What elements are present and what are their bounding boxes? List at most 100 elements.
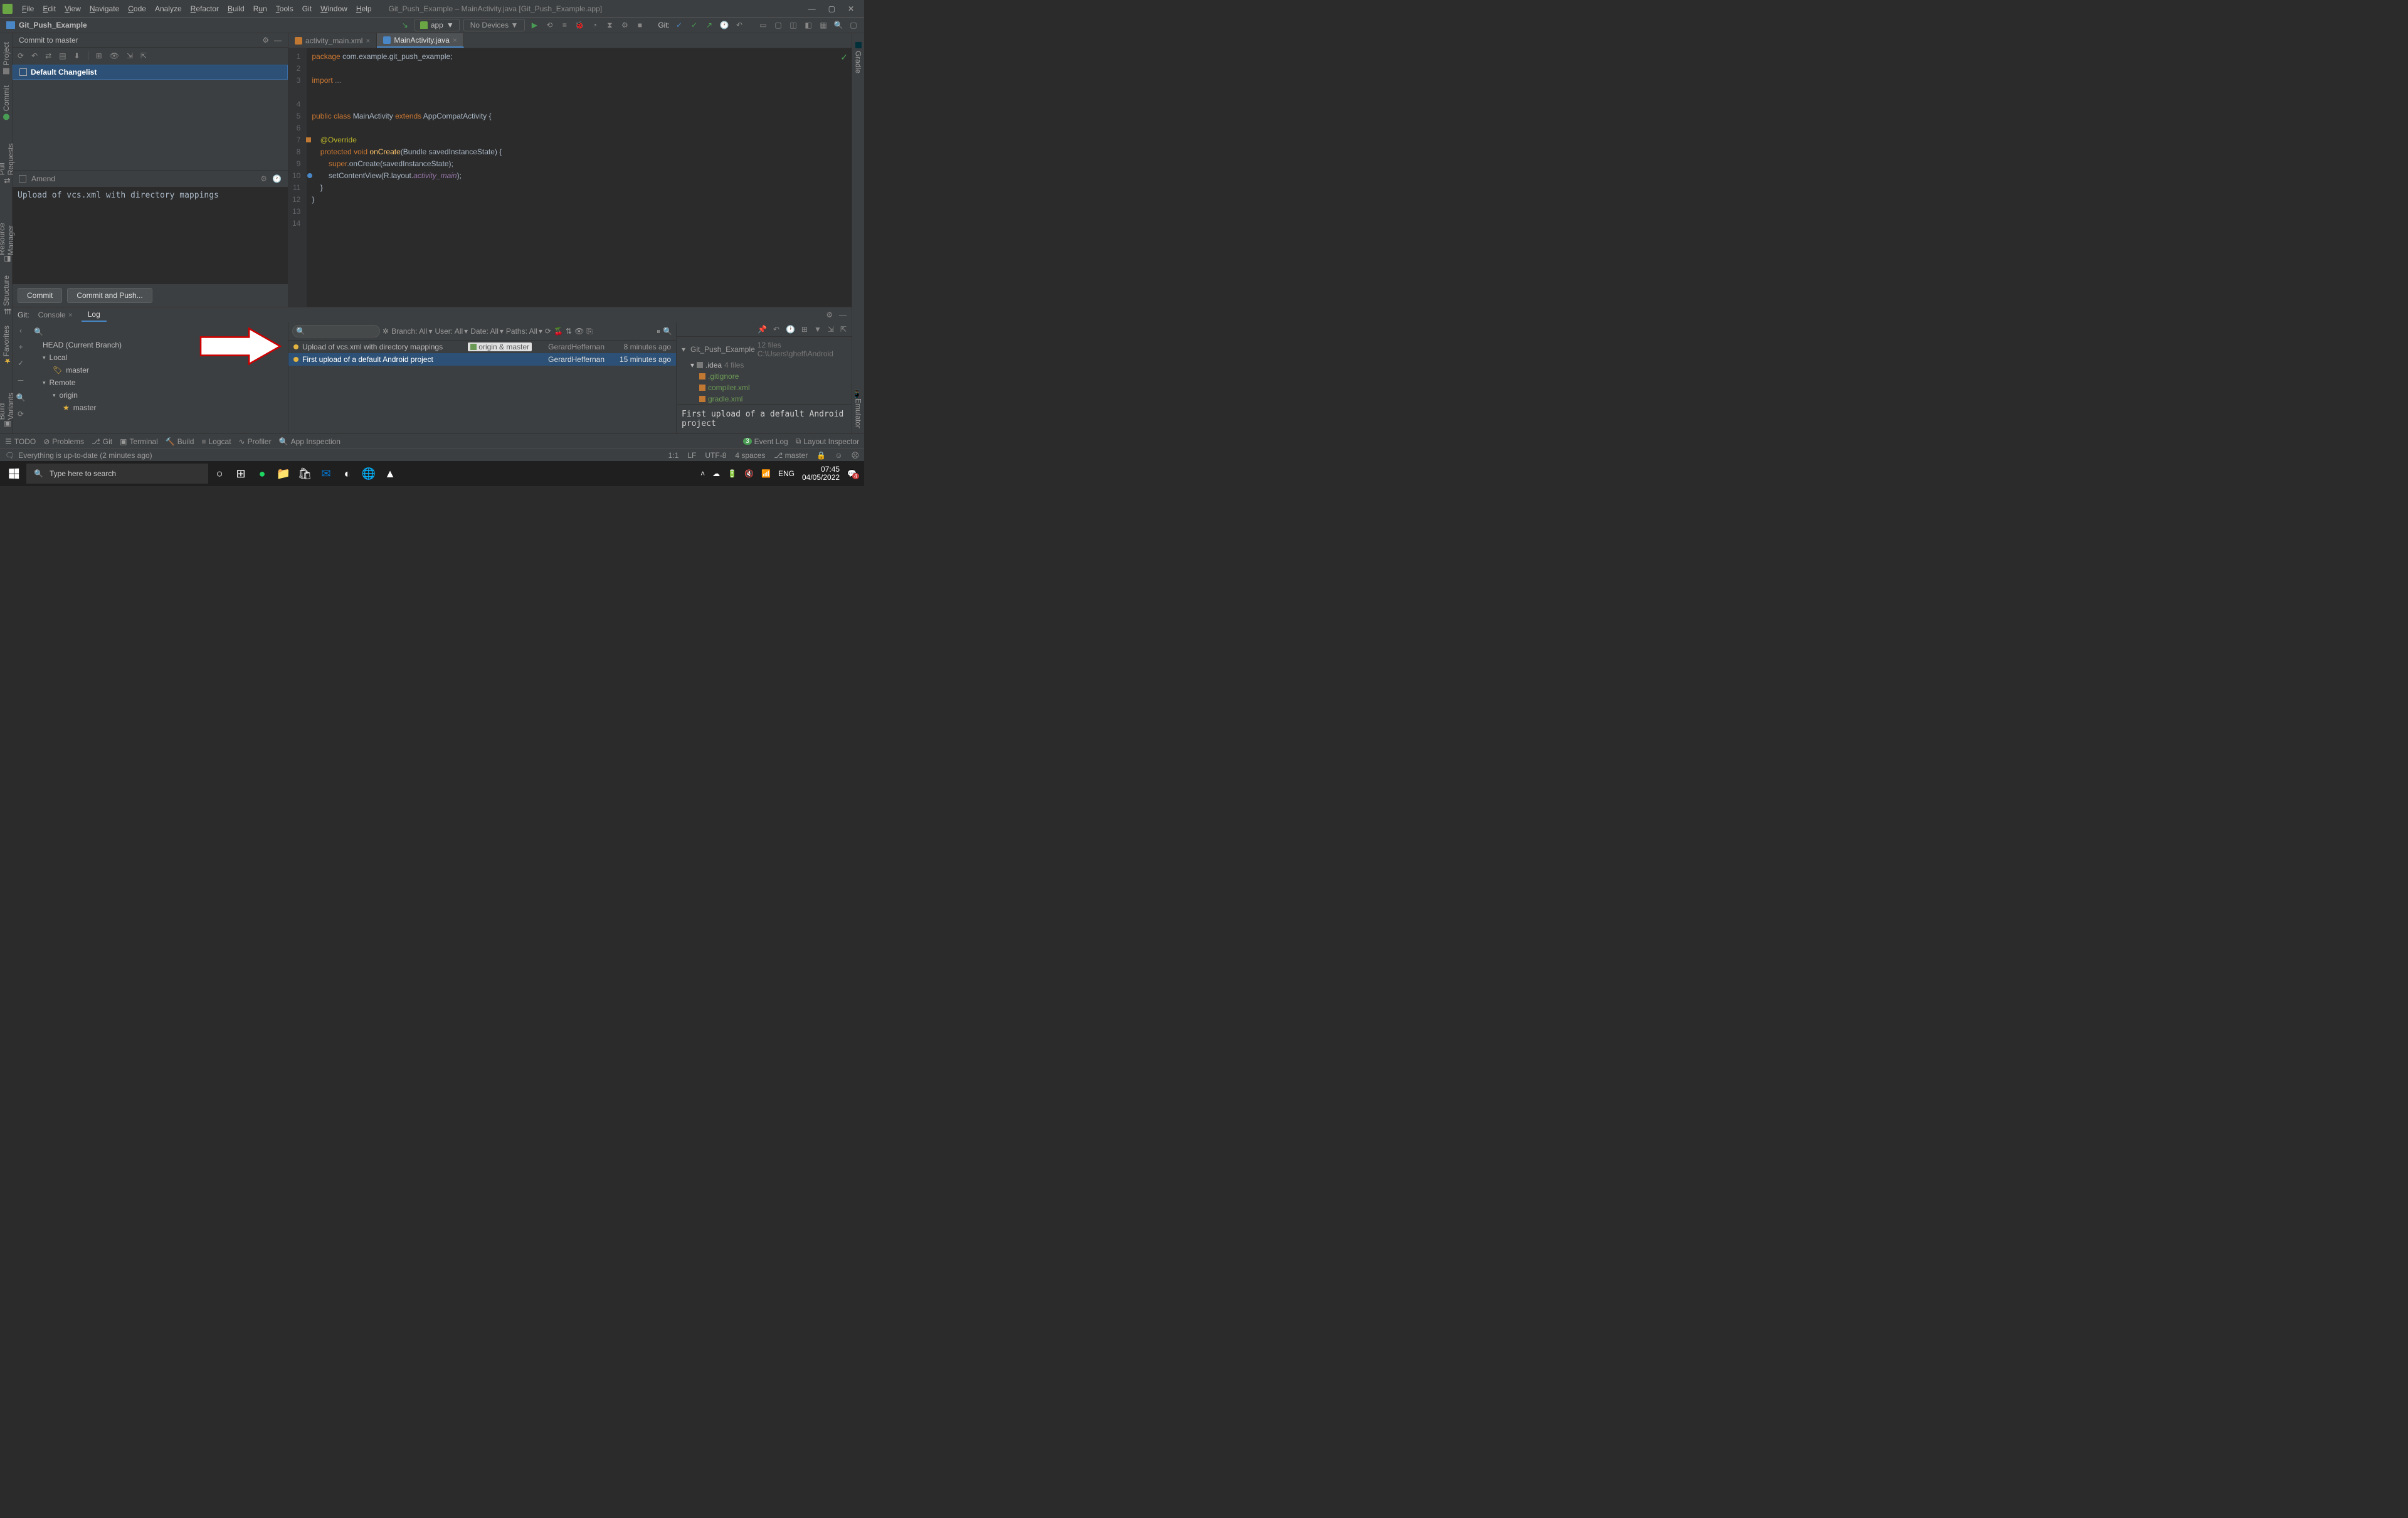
menu-tools[interactable]: Tools <box>272 4 298 13</box>
menu-analyze[interactable]: Analyze <box>150 4 186 13</box>
lock-icon[interactable]: 🔒 <box>816 451 826 460</box>
pin-icon[interactable]: 📌 <box>758 325 767 334</box>
menu-run[interactable]: Run <box>249 4 272 13</box>
close-icon[interactable]: ✕ <box>848 4 854 13</box>
git-push-icon[interactable]: ↗ <box>704 19 715 31</box>
search-icon[interactable]: 🔍 <box>16 393 26 402</box>
close-tab-icon[interactable]: × <box>453 36 457 45</box>
go-to-hash-icon[interactable]: ⎘ <box>586 327 593 336</box>
git-update-icon[interactable]: ✓ <box>673 19 685 31</box>
eclipse-icon[interactable]: ◐ <box>337 464 357 484</box>
origin-row[interactable]: ▾origin <box>29 389 288 401</box>
show-diff-icon[interactable]: 👁 <box>110 51 119 60</box>
side-tab-commit[interactable]: Commit <box>1 80 12 125</box>
menu-git[interactable]: Git <box>298 4 316 13</box>
memory-indicator-icon[interactable]: ☹ <box>851 451 859 460</box>
minimize-panel-icon[interactable]: — <box>274 36 282 45</box>
project-name[interactable]: Git_Push_Example <box>19 21 87 29</box>
find-icon[interactable]: 🔍 <box>663 327 672 336</box>
regex-icon[interactable]: ✲ <box>383 327 389 336</box>
tab-main-activity-java[interactable]: MainActivity.java × <box>377 33 464 48</box>
search-icon[interactable]: 🔍 <box>34 327 43 336</box>
git-tab-log[interactable]: Log <box>82 308 107 322</box>
amend-checkbox[interactable] <box>19 175 26 183</box>
store-icon[interactable]: 🛍 <box>295 464 315 484</box>
history-icon[interactable]: 🕐 <box>272 174 282 183</box>
date-filter[interactable]: Date: All ▾ <box>470 327 504 336</box>
gear-icon[interactable]: ⚙ <box>826 310 833 319</box>
changelist-icon[interactable]: ▤ <box>59 51 66 60</box>
commit-message-input[interactable] <box>13 187 288 285</box>
bb-todo[interactable]: ☰ TODO <box>5 437 36 446</box>
maximize-icon[interactable]: ▢ <box>828 4 835 13</box>
pause-icon[interactable]: ⏸ <box>657 327 660 336</box>
bb-event-log[interactable]: 3 Event Log <box>743 437 788 446</box>
attach-debugger-icon[interactable]: ⚙ <box>619 19 630 31</box>
volume-icon[interactable]: 🔇 <box>744 469 754 478</box>
collapse-icon[interactable]: ⇱ <box>140 51 147 60</box>
file-encoding[interactable]: UTF-8 <box>705 451 726 460</box>
run-icon[interactable]: ▶ <box>529 19 540 31</box>
bb-git[interactable]: ⎇ Git <box>92 437 112 446</box>
delete-branch-icon[interactable]: － <box>17 375 24 386</box>
refresh-icon[interactable]: ⟳ <box>545 327 551 336</box>
resource-manager-icon[interactable]: ◫ <box>788 19 799 31</box>
paths-filter[interactable]: Paths: All ▾ <box>506 327 542 336</box>
cortana-icon[interactable]: ○ <box>209 464 230 484</box>
battery-icon[interactable]: 🔋 <box>727 469 737 478</box>
menu-file[interactable]: File <box>18 4 38 13</box>
search-everywhere-icon[interactable]: 🔍 <box>833 19 844 31</box>
gear-icon[interactable]: ⚙ <box>262 36 269 45</box>
sync-gradle-icon[interactable]: ↘ <box>399 19 411 31</box>
side-tab-emulator[interactable]: 📱Emulator <box>853 385 864 433</box>
bb-layout-inspector[interactable]: ⧉ Layout Inspector <box>796 437 859 446</box>
detail-idea-folder[interactable]: ▾ .idea 4 files <box>682 359 847 371</box>
gear-icon[interactable]: ⚙ <box>260 174 267 183</box>
detail-file-gitignore[interactable]: .gitignore <box>682 371 847 382</box>
intellisort-icon[interactable]: ⇅ <box>566 327 572 336</box>
git-history-icon[interactable]: 🕐 <box>719 19 730 31</box>
start-button[interactable] <box>3 464 25 484</box>
filter-icon[interactable]: ▼ <box>814 325 821 334</box>
menu-code[interactable]: Code <box>124 4 150 13</box>
commit-row-1[interactable]: First upload of a default Android projec… <box>288 353 676 366</box>
remote-branches-row[interactable]: ▾Remote <box>29 376 288 389</box>
git-commit-icon[interactable]: ✓ <box>689 19 700 31</box>
diff-icon[interactable]: ⇄ <box>45 51 51 60</box>
override-gutter-icon[interactable] <box>307 173 312 178</box>
onedrive-icon[interactable]: ☁ <box>712 469 720 478</box>
refresh-icon[interactable]: ⟳ <box>18 51 24 60</box>
add-icon[interactable]: + <box>18 342 23 351</box>
apply-changes-icon[interactable]: ⟲ <box>544 19 555 31</box>
side-tab-build-variants[interactable]: ▣Build Variants <box>0 372 16 433</box>
git-rollback-icon[interactable]: ↶ <box>734 19 745 31</box>
commit-row-0[interactable]: Upload of vcs.xml with directory mapping… <box>288 341 676 353</box>
code-editor[interactable]: ✓ 12 34 5 6 7 8 9 10 1112 1314 package c… <box>288 48 852 307</box>
device-manager-icon[interactable]: ▦ <box>818 19 829 31</box>
shelve-icon[interactable]: ⬇ <box>74 51 80 60</box>
side-tab-pull-requests[interactable]: ⇅Pull Requests <box>0 127 16 189</box>
origin-master-row[interactable]: ★master <box>29 401 288 414</box>
bb-app-inspection[interactable]: 🔍 App Inspection <box>279 437 341 446</box>
close-tab-icon[interactable]: × <box>366 36 370 45</box>
menu-window[interactable]: Window <box>316 4 352 13</box>
git-tab-console[interactable]: Console× <box>32 309 79 321</box>
back-icon[interactable]: ‹ <box>19 326 22 335</box>
group-icon[interactable]: ⊞ <box>801 325 808 334</box>
detail-file-compiler[interactable]: compiler.xml <box>682 382 847 393</box>
inspection-ok-icon[interactable]: ✓ <box>840 52 848 63</box>
menu-view[interactable]: View <box>60 4 85 13</box>
bb-profiler[interactable]: ∿ Profiler <box>239 437 272 446</box>
stop-icon[interactable]: ■ <box>634 19 645 31</box>
menu-refactor[interactable]: Refactor <box>186 4 223 13</box>
layout-validation-icon[interactable]: ◧ <box>803 19 814 31</box>
collapse-icon[interactable]: ⇱ <box>840 325 847 334</box>
smiley-icon[interactable]: ☺ <box>835 451 842 460</box>
default-changelist-row[interactable]: Default Changelist <box>13 65 288 80</box>
side-tab-resource-manager[interactable]: ◧Resource Manager <box>0 190 16 269</box>
code-content[interactable]: package com.example.git_push_example; im… <box>307 48 852 307</box>
detail-project-row[interactable]: ▾ Git_Push_Example 12 files C:\Users\ghe… <box>682 341 847 358</box>
rollback-icon[interactable]: ↶ <box>31 51 38 60</box>
chrome-icon[interactable]: 🌐 <box>359 464 379 484</box>
side-tab-gradle[interactable]: Gradle <box>853 37 864 78</box>
